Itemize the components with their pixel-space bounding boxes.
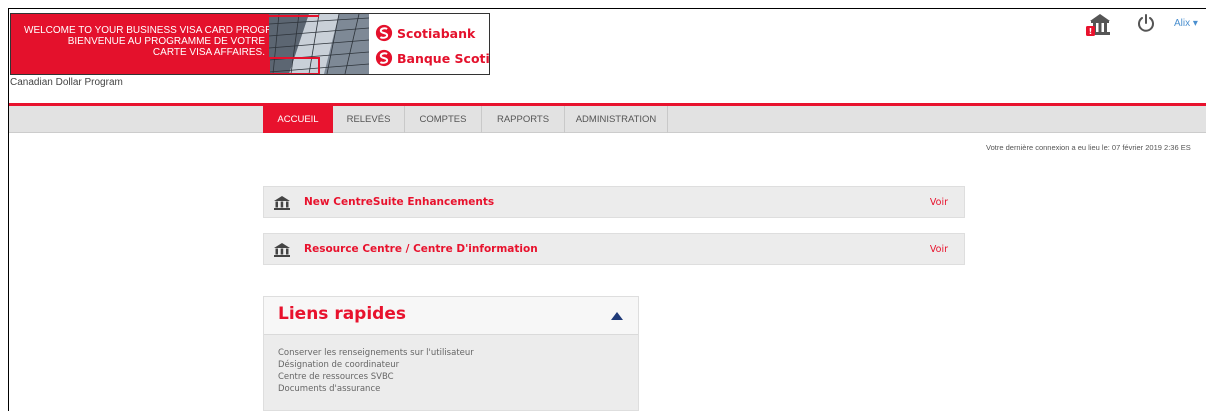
panel-title: Resource Centre / Centre D'information [304, 243, 538, 255]
main-nav: ACCUEIL RELEVÉS COMPTES RAPPORTS ADMINIS… [9, 106, 1206, 133]
quick-link-resource-centre[interactable]: Centre de ressources SVBC [278, 371, 474, 383]
bank-icon [274, 243, 290, 257]
logo-text-fr: Banque Scotia [397, 50, 490, 66]
panel-title: New CentreSuite Enhancements [304, 196, 495, 208]
tab-rapports[interactable]: RAPPORTS [482, 106, 565, 133]
quick-links-list: Conserver les renseignements sur l'utili… [278, 347, 474, 395]
banner-building-image [269, 14, 369, 74]
svg-text:!: ! [1089, 27, 1093, 36]
quick-link-insurance-docs[interactable]: Documents d'assurance [278, 383, 474, 395]
user-menu[interactable]: Alix ▾ [1174, 18, 1198, 29]
logout-button[interactable] [1136, 13, 1156, 33]
quick-link-user-info[interactable]: Conserver les renseignements sur l'utili… [278, 347, 474, 359]
program-banner: WELCOME TO YOUR BUSINESS VISA CARD PROGR… [10, 13, 490, 75]
banner-line-3: CARTE VISA AFFAIRES. [152, 47, 265, 58]
bank-icon [274, 196, 290, 210]
quick-links-panel: Liens rapides Conserver les renseignemen… [263, 296, 639, 411]
tab-releves[interactable]: RELEVÉS [333, 106, 405, 133]
banner-line-1: WELCOME TO YOUR BUSINESS VISA CARD PROGR… [24, 25, 291, 36]
bank-home-icon: ! [1086, 14, 1110, 36]
scotiabank-s-icon [375, 49, 393, 67]
quick-links-header[interactable]: Liens rapides [264, 297, 638, 335]
tab-administration[interactable]: ADMINISTRATION [565, 106, 668, 133]
quick-link-coordinator[interactable]: Désignation de coordinateur [278, 359, 474, 371]
collapse-arrow-icon[interactable] [610, 311, 624, 321]
panel-view-link[interactable]: Voir [930, 197, 948, 208]
frame-top-border [8, 8, 1206, 9]
panel-centresuite-enhancements[interactable]: New CentreSuite Enhancements Voir [263, 186, 965, 218]
program-name: Canadian Dollar Program [10, 77, 123, 88]
banner-line-2: BIENVENUE AU PROGRAMME DE VOTRE [67, 36, 265, 47]
banner-welcome-block: WELCOME TO YOUR BUSINESS VISA CARD PROGR… [11, 14, 290, 74]
tab-accueil[interactable]: ACCUEIL [263, 106, 333, 133]
home-alert-button[interactable]: ! [1086, 12, 1114, 38]
scotiabank-s-icon [375, 24, 393, 42]
logo-text-en: Scotiabank [397, 25, 476, 41]
last-login-info: Votre dernière connexion a eu lieu le: 0… [986, 143, 1191, 152]
panel-resource-centre[interactable]: Resource Centre / Centre D'information V… [263, 233, 965, 265]
tab-comptes[interactable]: COMPTES [405, 106, 482, 133]
panel-view-link[interactable]: Voir [930, 244, 948, 255]
quick-links-title: Liens rapides [278, 304, 406, 324]
power-icon [1138, 14, 1154, 32]
frame-left-border [8, 8, 9, 411]
scotiabank-logo: Scotiabank Banque Scotia [369, 14, 490, 74]
